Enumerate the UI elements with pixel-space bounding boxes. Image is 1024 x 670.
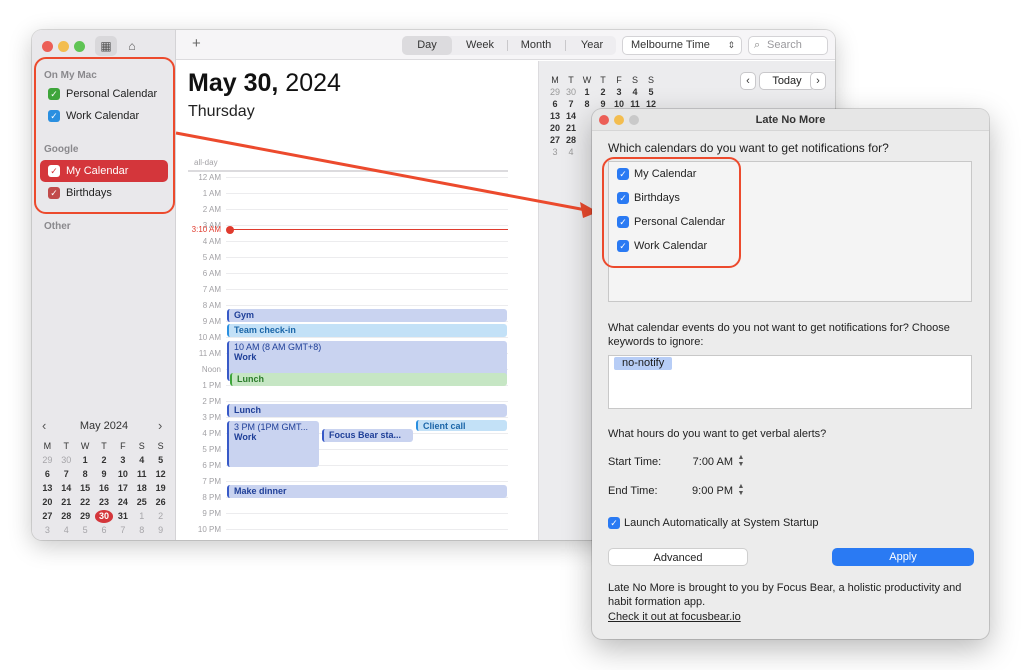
keyword-token[interactable]: no-notify	[614, 357, 673, 370]
focusbear-link[interactable]: Check it out at focusbear.io	[608, 611, 741, 623]
window-title: Late No More	[592, 109, 989, 131]
end-time-stepper[interactable]: ▲ ▼	[736, 483, 746, 499]
launch-startup-label: Launch Automatically at System Startup	[624, 517, 819, 529]
advanced-button[interactable]: Advanced	[608, 548, 748, 566]
zoom-window-button[interactable]	[629, 115, 639, 125]
keywords-question: What calendar events do you not want to …	[608, 322, 950, 348]
start-time-stepper[interactable]: ▲ ▼	[736, 454, 746, 470]
checkbox-launch-startup[interactable]: ✓	[608, 517, 620, 529]
start-time-label: Start Time:	[608, 456, 662, 468]
apply-button[interactable]: Apply	[832, 548, 974, 566]
start-time-field[interactable]: 7:00 AM	[683, 453, 733, 471]
highlight-calendar-checkboxes	[602, 157, 741, 268]
end-time-field[interactable]: 9:00 PM	[683, 482, 733, 500]
arrow-line	[175, 131, 587, 212]
minimize-window-button[interactable]	[614, 115, 624, 125]
footer-text: Late No More is brought to you by Focus …	[608, 582, 962, 608]
hours-question: What hours do you want to get verbal ale…	[608, 428, 827, 440]
close-window-button[interactable]	[599, 115, 609, 125]
end-time-label: End Time:	[608, 485, 658, 497]
calendars-question: Which calendars do you want to get notif…	[608, 141, 889, 155]
